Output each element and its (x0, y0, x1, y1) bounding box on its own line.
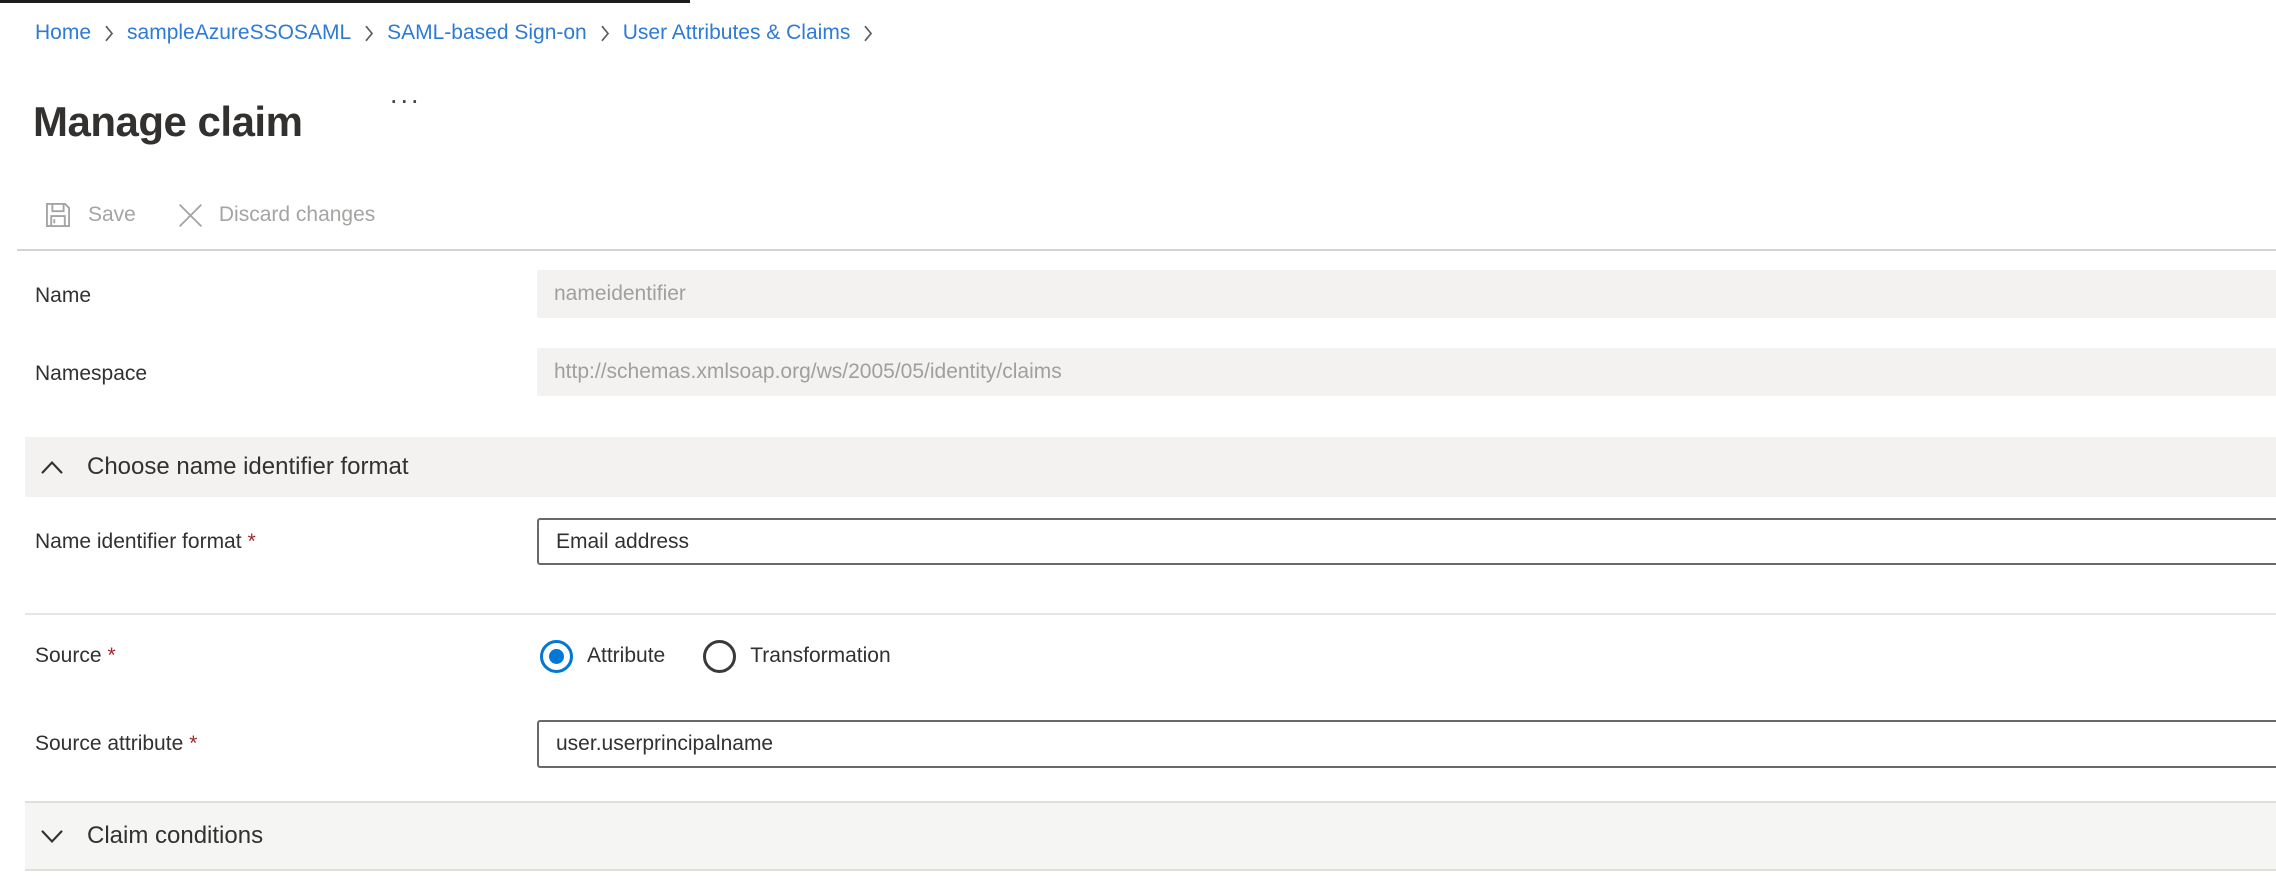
source-attribute-label: Source attribute * (35, 719, 197, 768)
chevron-down-icon (39, 829, 65, 844)
section-choose-name-identifier-format[interactable]: Choose name identifier format (25, 437, 2276, 497)
chevron-right-icon (104, 25, 114, 42)
namespace-value: http://schemas.xmlsoap.org/ws/2005/05/id… (554, 360, 1062, 384)
command-bar: Save Discard changes (42, 194, 375, 236)
radio-transformation-label[interactable]: Transformation (750, 644, 890, 668)
discard-changes-label: Discard changes (219, 203, 375, 227)
section-title: Choose name identifier format (87, 453, 409, 481)
required-marker: * (108, 644, 116, 667)
name-label-text: Name (35, 284, 91, 307)
page-title: Manage claim (33, 98, 302, 146)
section-claim-conditions[interactable]: Claim conditions (25, 801, 2276, 871)
discard-changes-button[interactable]: Discard changes (176, 201, 375, 230)
context-menu-button[interactable]: ... (390, 79, 422, 110)
window-edge-strip (0, 0, 690, 3)
name-value: nameidentifier (554, 282, 686, 306)
close-icon (176, 201, 205, 230)
breadcrumb-saml-signon[interactable]: SAML-based Sign-on (387, 21, 587, 45)
namespace-label: Namespace (35, 350, 147, 398)
breadcrumb-app[interactable]: sampleAzureSSOSAML (127, 21, 351, 45)
save-button[interactable]: Save (42, 199, 136, 231)
source-attribute-label-text: Source attribute (35, 732, 183, 755)
breadcrumb-user-attributes-claims[interactable]: User Attributes & Claims (623, 21, 851, 45)
source-attribute-combobox[interactable]: user.userprincipalname (537, 720, 2276, 768)
source-label-text: Source (35, 644, 102, 667)
name-input: nameidentifier (537, 270, 2276, 318)
name-identifier-format-label: Name identifier format * (35, 518, 256, 565)
required-marker: * (189, 732, 197, 755)
toolbar-divider (17, 249, 2276, 251)
radio-attribute-label[interactable]: Attribute (587, 644, 665, 668)
source-attribute-value: user.userprincipalname (556, 732, 773, 756)
name-identifier-format-dropdown[interactable]: Email address (537, 518, 2276, 565)
breadcrumb: Home sampleAzureSSOSAML SAML-based Sign-… (35, 19, 873, 47)
section-title: Claim conditions (87, 822, 263, 850)
breadcrumb-home[interactable]: Home (35, 21, 91, 45)
chevron-right-icon (364, 25, 374, 42)
radio-attribute[interactable] (540, 640, 573, 673)
section-divider (25, 613, 2276, 615)
save-button-label: Save (88, 203, 136, 227)
required-marker: * (248, 530, 256, 553)
source-label: Source * (35, 632, 116, 680)
save-icon (42, 199, 74, 231)
namespace-label-text: Namespace (35, 362, 147, 385)
source-radio-group: Attribute Transformation (540, 632, 891, 680)
name-identifier-format-label-text: Name identifier format (35, 530, 242, 553)
chevron-right-icon (863, 25, 873, 42)
name-label: Name (35, 272, 91, 320)
chevron-right-icon (600, 25, 610, 42)
namespace-input: http://schemas.xmlsoap.org/ws/2005/05/id… (537, 348, 2276, 396)
chevron-up-icon (39, 460, 65, 475)
name-identifier-format-value: Email address (556, 530, 689, 554)
radio-transformation[interactable] (703, 640, 736, 673)
